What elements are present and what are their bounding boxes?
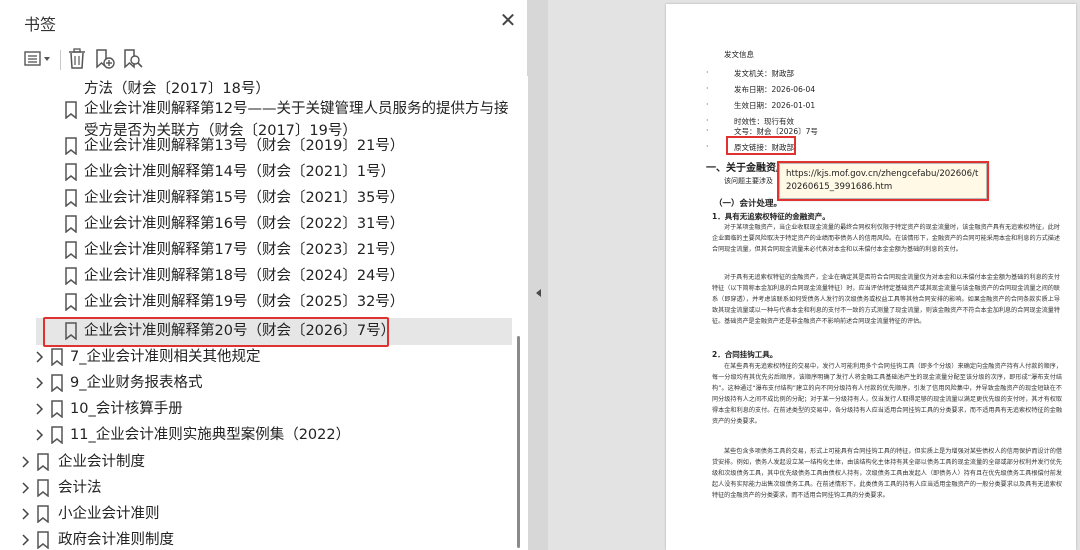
bookmark-label: 企业会计准则解释第15号（财会〔2021〕35号） bbox=[84, 190, 405, 206]
bookmark-icon bbox=[51, 400, 63, 418]
list-item[interactable]: 小企业会计准则 bbox=[0, 503, 514, 525]
trash-icon[interactable] bbox=[66, 46, 88, 72]
list-item[interactable]: 10_会计核算手册 bbox=[0, 398, 514, 420]
annotation-highlight-box bbox=[726, 136, 796, 155]
list-item[interactable]: 企业会计准则解释第13号（财会〔2019〕21号） bbox=[0, 135, 514, 157]
paragraph: 对于某项金融资产，当企业收取现金流量的最终合同权利仅限于特定资产的现金流量时，该… bbox=[712, 224, 1060, 253]
bookmark-label: 企业会计准则解释第18号（财会〔2024〕24号） bbox=[84, 268, 405, 284]
bookmark-label: 10_会计核算手册 bbox=[70, 401, 183, 417]
toolbar-divider bbox=[60, 50, 61, 70]
bookmark-label: 企业会计准则解释第13号（财会〔2019〕21号） bbox=[84, 138, 405, 154]
bookmark-icon bbox=[65, 241, 77, 259]
panel-splitter[interactable] bbox=[528, 0, 548, 550]
bookmark-label: 11_企业会计准则实施典型案例集（2022） bbox=[70, 427, 351, 443]
panel-header: 书签 ✕ bbox=[0, 0, 528, 42]
list-item[interactable]: 方法（财会〔2017〕18号） bbox=[0, 78, 514, 100]
bookmark-label: 企业会计准则解释第17号（财会〔2023〕21号） bbox=[84, 242, 405, 258]
bookmark-label: 政府会计准则制度 bbox=[58, 532, 174, 548]
bookmark-label: 方法（财会〔2017〕18号） bbox=[84, 81, 270, 97]
bookmark-label: 会计法 bbox=[58, 480, 102, 496]
bookmark-icon bbox=[65, 137, 77, 155]
chevron-right-icon[interactable] bbox=[20, 504, 32, 524]
bookmark-icon bbox=[37, 505, 49, 523]
list-item[interactable]: 会计法 bbox=[0, 477, 514, 499]
bookmark-icon bbox=[51, 374, 63, 392]
bookmark-icon bbox=[65, 163, 77, 181]
bookmark-label: 企业会计准则解释第16号（财会〔2022〕31号） bbox=[84, 216, 405, 232]
bookmark-icon bbox=[51, 426, 63, 444]
bookmark-toolbar bbox=[0, 42, 528, 76]
bookmark-tree: 方法（财会〔2017〕18号） 企业会计准则解释第12号——关于关键管理人员服务… bbox=[0, 76, 514, 550]
chevron-right-icon[interactable] bbox=[34, 347, 46, 367]
meta-value: 生效日期：2026-01-01 bbox=[734, 101, 816, 110]
document-page: 发文信息 · 发文机关：财政部 · 发布日期：2026-06-04 · 生效日期：20… bbox=[666, 4, 1076, 550]
bookmark-icon bbox=[51, 348, 63, 366]
chevron-right-icon[interactable] bbox=[20, 452, 32, 472]
annotation-highlight-box bbox=[777, 161, 989, 201]
paragraph: 在某些具有无追索权特征的交易中，发行人可能利用多个合同挂钩工具（即多个分级）来确… bbox=[712, 363, 1062, 425]
chevron-right-icon[interactable] bbox=[34, 373, 46, 393]
meta-title: 发文信息 bbox=[724, 50, 754, 59]
annotation-highlight-box bbox=[43, 317, 389, 347]
bookmarks-panel: 书签 ✕ 方法（财会〔2017〕18号） 企业会计准则解释第12号——关于关键管… bbox=[0, 0, 528, 550]
bookmark-label: 小企业会计准则 bbox=[58, 506, 160, 522]
add-bookmark-icon[interactable] bbox=[94, 46, 116, 72]
bookmark-icon bbox=[65, 293, 77, 311]
bookmark-icon bbox=[65, 189, 77, 207]
bookmark-icon bbox=[37, 531, 49, 549]
meta-value: 发布日期：2026-06-04 bbox=[734, 85, 816, 94]
list-item[interactable]: 企业会计准则解释第17号（财会〔2023〕21号） bbox=[0, 239, 514, 261]
bookmark-label: 7_企业会计准则相关其他规定 bbox=[70, 349, 261, 365]
chevron-right-icon[interactable] bbox=[34, 425, 46, 445]
section-subtext: 该问题主要涉及 bbox=[724, 177, 773, 185]
list-options-icon[interactable] bbox=[22, 46, 54, 72]
bookmark-label: 企业会计准则解释第14号（财会〔2021〕1号） bbox=[84, 164, 396, 180]
bookmark-icon bbox=[65, 101, 77, 119]
close-icon[interactable]: ✕ bbox=[497, 8, 519, 32]
list-item[interactable]: 政府会计准则制度 bbox=[0, 529, 514, 550]
bookmark-label: 企业会计制度 bbox=[58, 454, 145, 470]
paragraph-heading: 1．具有无追索权特征的金融资产。 bbox=[712, 212, 830, 221]
list-item[interactable]: 企业会计准则解释第15号（财会〔2021〕35号） bbox=[0, 187, 514, 209]
list-item[interactable]: 11_企业会计准则实施典型案例集（2022） bbox=[0, 424, 514, 446]
collapse-panel-icon[interactable] bbox=[536, 289, 541, 297]
bookmark-label: 企业会计准则解释第19号（财会〔2025〕32号） bbox=[84, 294, 405, 310]
meta-value: 发文机关：财政部 bbox=[734, 69, 794, 78]
chevron-right-icon[interactable] bbox=[20, 530, 32, 550]
bookmark-icon bbox=[37, 453, 49, 471]
list-item[interactable]: 企业会计准则解释第16号（财会〔2022〕31号） bbox=[0, 213, 514, 235]
find-bookmark-icon[interactable] bbox=[122, 46, 144, 72]
chevron-right-icon[interactable] bbox=[20, 478, 32, 498]
paragraph: 对于具有无追索权特征的金融资产，企业在确定其是否符合合同现金流量仅为对本金和以未… bbox=[712, 274, 1060, 325]
subsection-heading: （一）会计处理。 bbox=[714, 199, 783, 209]
paragraph-heading: 2．合同挂钩工具。 bbox=[712, 350, 778, 359]
paragraph: 某些包含多项债务工具的交易，形式上可能具有合同挂钩工具的特征，但实质上是为增强对… bbox=[712, 448, 1062, 499]
panel-title: 书签 bbox=[24, 15, 57, 34]
bookmark-label: 9_企业财务报表格式 bbox=[70, 375, 203, 391]
list-item[interactable]: 企业会计制度 bbox=[0, 451, 514, 473]
list-item[interactable]: 7_企业会计准则相关其他规定 bbox=[0, 346, 514, 368]
bookmark-icon bbox=[65, 215, 77, 233]
list-item[interactable]: 9_企业财务报表格式 bbox=[0, 372, 514, 394]
scrollbar-thumb[interactable] bbox=[517, 336, 520, 548]
chevron-right-icon[interactable] bbox=[34, 399, 46, 419]
list-item[interactable]: 企业会计准则解释第19号（财会〔2025〕32号） bbox=[0, 291, 514, 313]
list-item[interactable]: 企业会计准则解释第14号（财会〔2021〕1号） bbox=[0, 161, 514, 183]
bookmark-icon bbox=[37, 479, 49, 497]
bookmark-icon bbox=[65, 267, 77, 285]
list-item[interactable]: 企业会计准则解释第18号（财会〔2024〕24号） bbox=[0, 265, 514, 287]
